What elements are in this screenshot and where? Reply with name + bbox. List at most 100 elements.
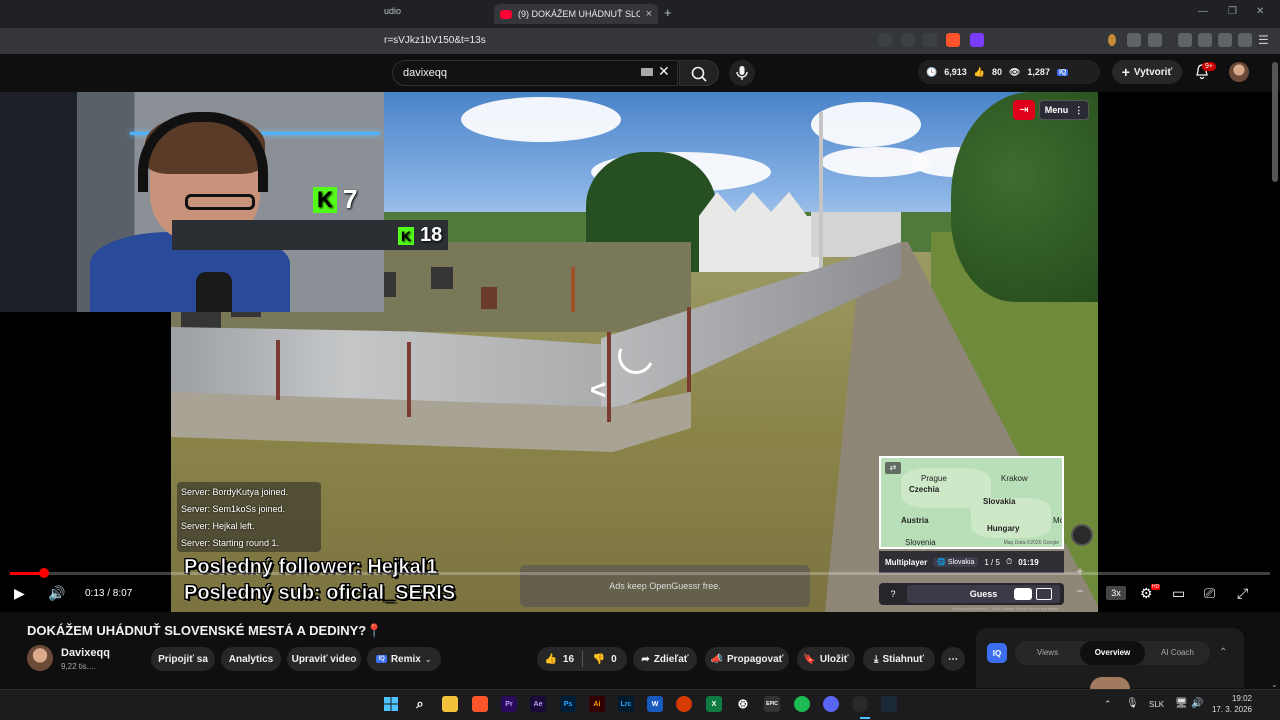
browser-menu-icon[interactable]: ☰ (1258, 33, 1272, 47)
lightroom-icon[interactable]: Lrc (618, 696, 634, 712)
notification-count-badge: 9+ (1202, 62, 1216, 71)
help-button[interactable]: ? (879, 589, 907, 599)
navigation-arrow-icon[interactable]: < (590, 374, 606, 406)
bookmarks-icon[interactable] (1148, 33, 1162, 47)
keyboard-icon[interactable] (641, 68, 653, 76)
scroll-down-icon[interactable]: ⌄ (1271, 680, 1278, 689)
spotify-icon[interactable] (794, 696, 810, 712)
autoplay-toggle[interactable] (1014, 588, 1032, 600)
menu-button[interactable]: Menu ⋮ (1039, 100, 1089, 120)
illustrator-icon[interactable]: Ai (589, 696, 605, 712)
translate-icon[interactable] (878, 33, 892, 47)
more-actions-button[interactable]: ⋯ (941, 647, 965, 671)
video-title: DOKÁŽEM UHÁDNUŤ SLOVENSKÉ MESTÁ A DEDINY… (27, 623, 383, 638)
dislike-count: 0 (611, 653, 617, 665)
brave-rewards-icon[interactable] (970, 33, 984, 47)
zoom-in-icon[interactable]: + (1073, 564, 1087, 578)
file-explorer-icon[interactable] (442, 696, 458, 712)
language-indicator[interactable]: SLK (1149, 700, 1164, 709)
volume-icon[interactable]: 🔊 (48, 585, 65, 602)
iq-player-icon[interactable] (1036, 588, 1052, 600)
progress-scrubber[interactable] (39, 568, 49, 578)
chatgpt-icon[interactable]: ⊛ (735, 696, 751, 712)
map-label: Krakow (1001, 474, 1028, 483)
tab-views[interactable]: Views (1015, 641, 1080, 665)
clock-time[interactable]: 19:02 (1222, 694, 1252, 703)
share-button[interactable]: ➦ Zdieľať (633, 647, 697, 671)
vpn-icon[interactable] (1238, 33, 1252, 47)
network-icon[interactable]: 🖥 (1175, 698, 1188, 709)
cast-icon[interactable]: ⎚ (1204, 585, 1215, 602)
voice-search-button[interactable] (729, 60, 755, 86)
close-tab-icon[interactable]: × (646, 8, 652, 20)
fullscreen-icon[interactable]: ⤢ (1237, 585, 1248, 602)
windows-start-icon[interactable] (383, 696, 399, 712)
install-icon[interactable] (901, 33, 915, 47)
sidebar-icon[interactable] (1178, 33, 1192, 47)
channel-avatar[interactable] (27, 645, 53, 671)
tray-overflow-icon[interactable]: ⌃ (1104, 699, 1112, 710)
vidiq-badge[interactable]: IQ (987, 643, 1007, 663)
tab-overview[interactable]: Overview (1080, 641, 1145, 665)
expand-map-icon[interactable]: ⇄ (885, 462, 901, 474)
zoom-out-icon[interactable]: − (1073, 584, 1087, 598)
speaker-icon[interactable]: 🔊 (1191, 698, 1203, 709)
channel-name[interactable]: Davixeqq (61, 647, 110, 659)
like-button[interactable]: 👍 16 (537, 647, 582, 671)
search-input[interactable]: davixeqq (392, 60, 678, 86)
video-player[interactable]: < ⇥ Menu ⋮ K 7 K 18 Server: BordyKutya j… (0, 92, 1280, 612)
url-text[interactable]: r=sVJkz1bV150&t=13s (384, 35, 486, 46)
close-window-icon[interactable]: ✕ (1256, 6, 1264, 17)
extension-icon[interactable] (1108, 34, 1116, 46)
account-avatar[interactable] (1229, 62, 1249, 82)
discord-icon[interactable] (823, 696, 839, 712)
wallet-icon[interactable] (1198, 33, 1212, 47)
word-icon[interactable]: W (647, 696, 663, 712)
search-taskbar-icon[interactable]: ⌕ (412, 696, 428, 712)
maximize-icon[interactable]: ❐ (1228, 6, 1237, 17)
page-scrollbar[interactable] (1272, 62, 1278, 182)
epic-games-icon[interactable]: EPIC (764, 696, 780, 712)
exit-game-icon[interactable]: ⇥ (1013, 100, 1035, 120)
analytics-button[interactable]: Analytics (221, 647, 281, 671)
brave-shields-icon[interactable] (946, 33, 960, 47)
leo-ai-icon[interactable] (1218, 33, 1232, 47)
remix-label: Remix (390, 653, 421, 665)
remix-button[interactable]: IQ Remix ⌄ (367, 647, 441, 671)
collapse-panel-icon[interactable]: ⌃ (1219, 647, 1227, 658)
stats-widget[interactable]: 🕓 6,913 👍 80 👁 1,287 IQ (918, 60, 1100, 84)
compass-icon[interactable] (1071, 524, 1093, 546)
miniplayer-icon[interactable]: ▭ (1172, 585, 1185, 602)
search-button[interactable] (679, 60, 719, 86)
promote-button[interactable]: 📣 Propagovať (705, 647, 789, 671)
playback-speed-button[interactable]: 3x (1106, 586, 1126, 600)
create-button[interactable]: + Vytvoriť (1112, 60, 1182, 84)
clear-search-icon[interactable]: ✕ (658, 63, 670, 80)
mic-tray-icon[interactable]: 🎙 (1126, 698, 1139, 709)
game-chat: Server: BordyKutya joined. Server: Sem1k… (177, 482, 321, 552)
guess-minimap[interactable]: ⇄ Prague Czechia Krakow Slovakia Austria… (879, 456, 1064, 549)
steam-icon[interactable] (881, 696, 897, 712)
dislike-button[interactable]: 👎 0 (582, 647, 627, 671)
acrobat-icon[interactable] (676, 696, 692, 712)
tab-active[interactable]: (9) DOKÁŽEM UHÁDNUŤ SLOVENSKÉ × (494, 4, 658, 24)
share-page-icon[interactable] (923, 33, 937, 47)
save-button[interactable]: 🔖 Uložiť (797, 647, 855, 671)
excel-icon[interactable]: X (706, 696, 722, 712)
join-button[interactable]: Pripojiť sa (151, 647, 215, 671)
premiere-pro-icon[interactable]: Pr (501, 696, 517, 712)
tab-ai-coach[interactable]: AI Coach (1145, 641, 1210, 665)
extensions-icon[interactable] (1127, 33, 1141, 47)
edit-video-button[interactable]: Upraviť video (287, 647, 361, 671)
brave-browser-icon[interactable] (472, 696, 488, 712)
clock-date[interactable]: 17. 3. 2026 (1204, 705, 1252, 714)
obs-icon[interactable] (852, 696, 868, 712)
tab-studio[interactable]: udio (384, 6, 401, 16)
minimize-icon[interactable]: — (1198, 6, 1208, 17)
download-button[interactable]: ⤓ Stiahnuť (863, 647, 935, 671)
progress-bar[interactable] (10, 572, 1270, 575)
photoshop-icon[interactable]: Ps (560, 696, 576, 712)
after-effects-icon[interactable]: Ae (530, 696, 546, 712)
play-icon[interactable]: ▶ (14, 585, 25, 602)
new-tab-icon[interactable]: + (664, 5, 672, 20)
